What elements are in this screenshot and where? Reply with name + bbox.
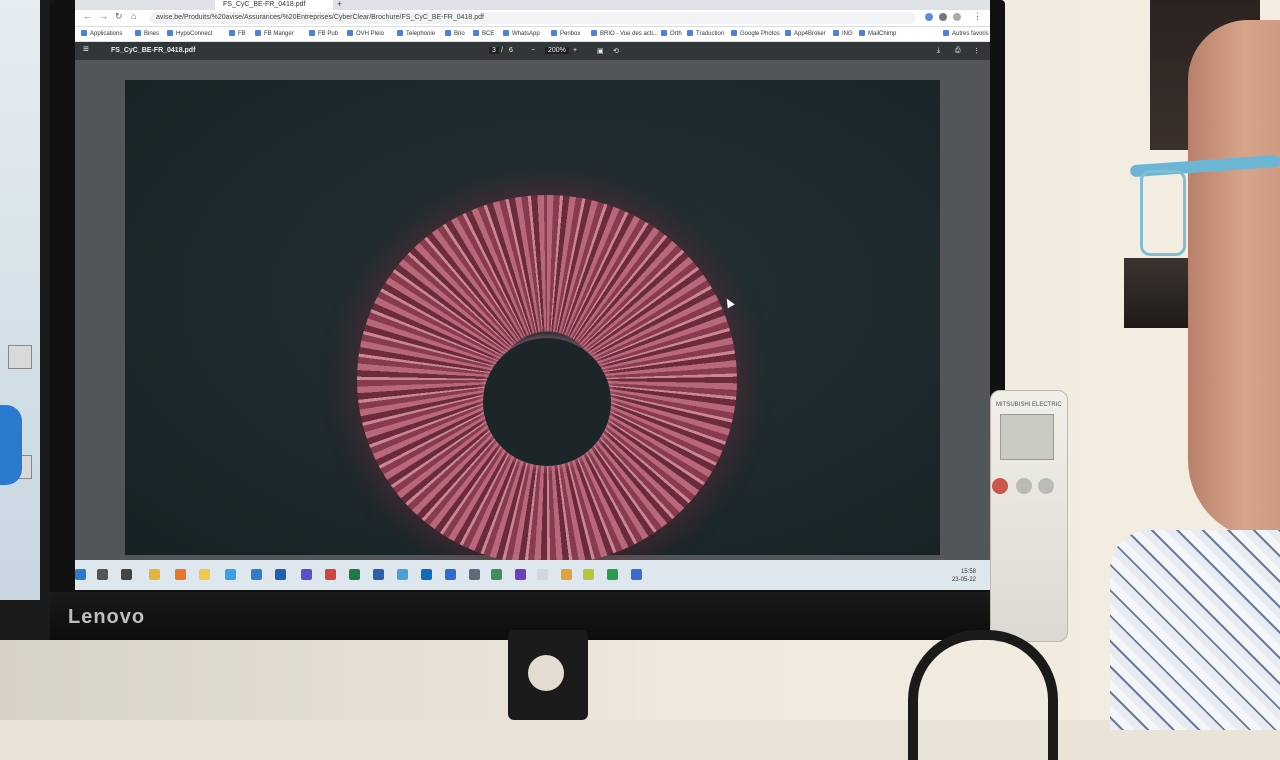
bookmark-item[interactable]: BRIO - Vue des acti...	[591, 30, 658, 37]
bookmark-item[interactable]: HypoConnect	[167, 30, 212, 37]
monitor-stand-hole	[528, 655, 564, 691]
headset	[908, 630, 1058, 760]
bookmark-item[interactable]: App4Broker	[785, 30, 826, 37]
pdf-more-icon[interactable]: ⋮	[973, 47, 980, 55]
app-icon[interactable]	[537, 569, 548, 580]
folder-icon[interactable]	[199, 569, 210, 580]
desktop-wallpaper-shape	[0, 405, 22, 485]
address-bar[interactable]: avise.be/Produits/%20avise/Assurances/%2…	[150, 12, 916, 24]
bookmark-item[interactable]: Orth	[661, 30, 682, 37]
bookmark-item[interactable]: Brio	[445, 30, 465, 37]
remote-display	[1000, 414, 1054, 460]
patterned-shirt	[1110, 530, 1280, 730]
bookmark-item[interactable]: Telephonie	[397, 30, 435, 37]
bookmark-item[interactable]: FB	[229, 30, 246, 37]
rotate-icon[interactable]: ⟲	[613, 47, 619, 55]
app-icon[interactable]	[583, 569, 594, 580]
edge-icon[interactable]	[251, 569, 262, 580]
bookmark-item[interactable]: ING	[833, 30, 853, 37]
fit-page-icon[interactable]: ▣	[597, 47, 604, 55]
taskbar-time: 15:58	[960, 569, 976, 575]
task-view-icon[interactable]	[121, 569, 132, 580]
taskbar-date: 23-05-22	[951, 577, 976, 583]
bookmark-item[interactable]: Applications	[81, 30, 122, 37]
bookmark-item[interactable]: Traduction	[687, 30, 724, 37]
new-tab-button[interactable]: +	[337, 0, 342, 9]
monitor-screen: FS_CyC_BE-FR_0418.pdf + ← → ↻ ⌂ avise.be…	[75, 0, 990, 590]
pdf-page-input[interactable]: 3	[489, 47, 499, 54]
left-monitor-screen	[0, 0, 40, 600]
pdf-toolbar: ≡ FS_CyC_BE-FR_0418.pdf 3 / 6 − 200% + ▣…	[75, 42, 990, 60]
bookmark-item[interactable]: Bines	[135, 30, 159, 37]
reload-icon[interactable]: ↻	[115, 11, 123, 22]
app-icon[interactable]	[491, 569, 502, 580]
app-icon[interactable]	[561, 569, 572, 580]
remote-brand-label: MITSUBISHI ELECTRIC	[996, 402, 1062, 408]
word-icon[interactable]	[373, 569, 384, 580]
bookmark-item[interactable]: FB Manger	[255, 30, 294, 37]
bookmark-item[interactable]: Autres favoris	[943, 30, 989, 37]
zoom-out-button[interactable]: −	[531, 47, 535, 54]
eyeglasses-lens	[1140, 170, 1186, 256]
firefox-icon[interactable]	[175, 569, 186, 580]
windows-taskbar: 15:58 23-05-22	[75, 560, 990, 590]
forward-icon[interactable]: →	[99, 11, 108, 21]
app-icon[interactable]	[397, 569, 408, 580]
start-icon[interactable]	[75, 569, 86, 580]
remote-power-button	[992, 478, 1008, 494]
bookmark-item[interactable]: BCE	[473, 30, 494, 37]
outlook-icon[interactable]	[421, 569, 432, 580]
pdf-menu-icon[interactable]: ≡	[83, 44, 89, 55]
bookmarks-bar: Applications Bines HypoConnect FB FB Man…	[75, 27, 990, 42]
browser-address-row: ← → ↻ ⌂ avise.be/Produits/%20avise/Assur…	[75, 10, 990, 27]
print-icon[interactable]: ⎙	[955, 47, 961, 55]
remote-up-button	[1038, 478, 1054, 494]
extension-icon[interactable]	[939, 13, 947, 21]
browser-menu-icon[interactable]: ⋮	[973, 11, 982, 22]
browser-tab-bar: FS_CyC_BE-FR_0418.pdf +	[75, 0, 990, 10]
iris-pupil	[483, 338, 611, 466]
pdf-title: FS_CyC_BE-FR_0418.pdf	[111, 47, 196, 54]
app-icon[interactable]	[469, 569, 480, 580]
pdf-zoom-input[interactable]: 200%	[545, 47, 569, 54]
home-icon[interactable]: ⌂	[131, 11, 136, 21]
browser-tab[interactable]: FS_CyC_BE-FR_0418.pdf	[215, 0, 333, 10]
bookmark-item[interactable]: Penbox	[551, 30, 580, 37]
pdf-page-total: 6	[509, 47, 513, 54]
teams-icon[interactable]	[515, 569, 526, 580]
back-icon[interactable]: ←	[83, 11, 92, 21]
app-icon[interactable]	[275, 569, 286, 580]
bookmark-item[interactable]: FB Pub	[309, 30, 338, 37]
zoom-in-button[interactable]: +	[573, 47, 577, 54]
taskbar-clock[interactable]: 15:58 23-05-22	[952, 568, 976, 584]
bookmark-item[interactable]: MailChimp	[859, 30, 896, 37]
excel-icon[interactable]	[349, 569, 360, 580]
remote-down-button	[1016, 478, 1032, 494]
bookmark-item[interactable]: OVH Pleio	[347, 30, 384, 37]
pdf-page-separator: /	[501, 47, 503, 54]
bookmark-item[interactable]: WhatsApp	[503, 30, 540, 37]
app-icon[interactable]	[631, 569, 642, 580]
profile-avatar[interactable]	[953, 13, 961, 21]
desktop-icon[interactable]	[8, 345, 32, 369]
extension-icon[interactable]	[925, 13, 933, 21]
chrome-icon[interactable]	[149, 569, 160, 580]
app-icon[interactable]	[607, 569, 618, 580]
app-icon[interactable]	[445, 569, 456, 580]
app-icon[interactable]	[325, 569, 336, 580]
app-icon[interactable]	[225, 569, 236, 580]
search-icon[interactable]	[97, 569, 108, 580]
download-icon[interactable]: ⤓	[937, 47, 940, 55]
messenger-icon[interactable]	[301, 569, 312, 580]
person-head	[1188, 20, 1280, 540]
bookmark-item[interactable]: Google Photos	[731, 30, 780, 37]
monitor-brand-logo: Lenovo	[68, 606, 146, 628]
